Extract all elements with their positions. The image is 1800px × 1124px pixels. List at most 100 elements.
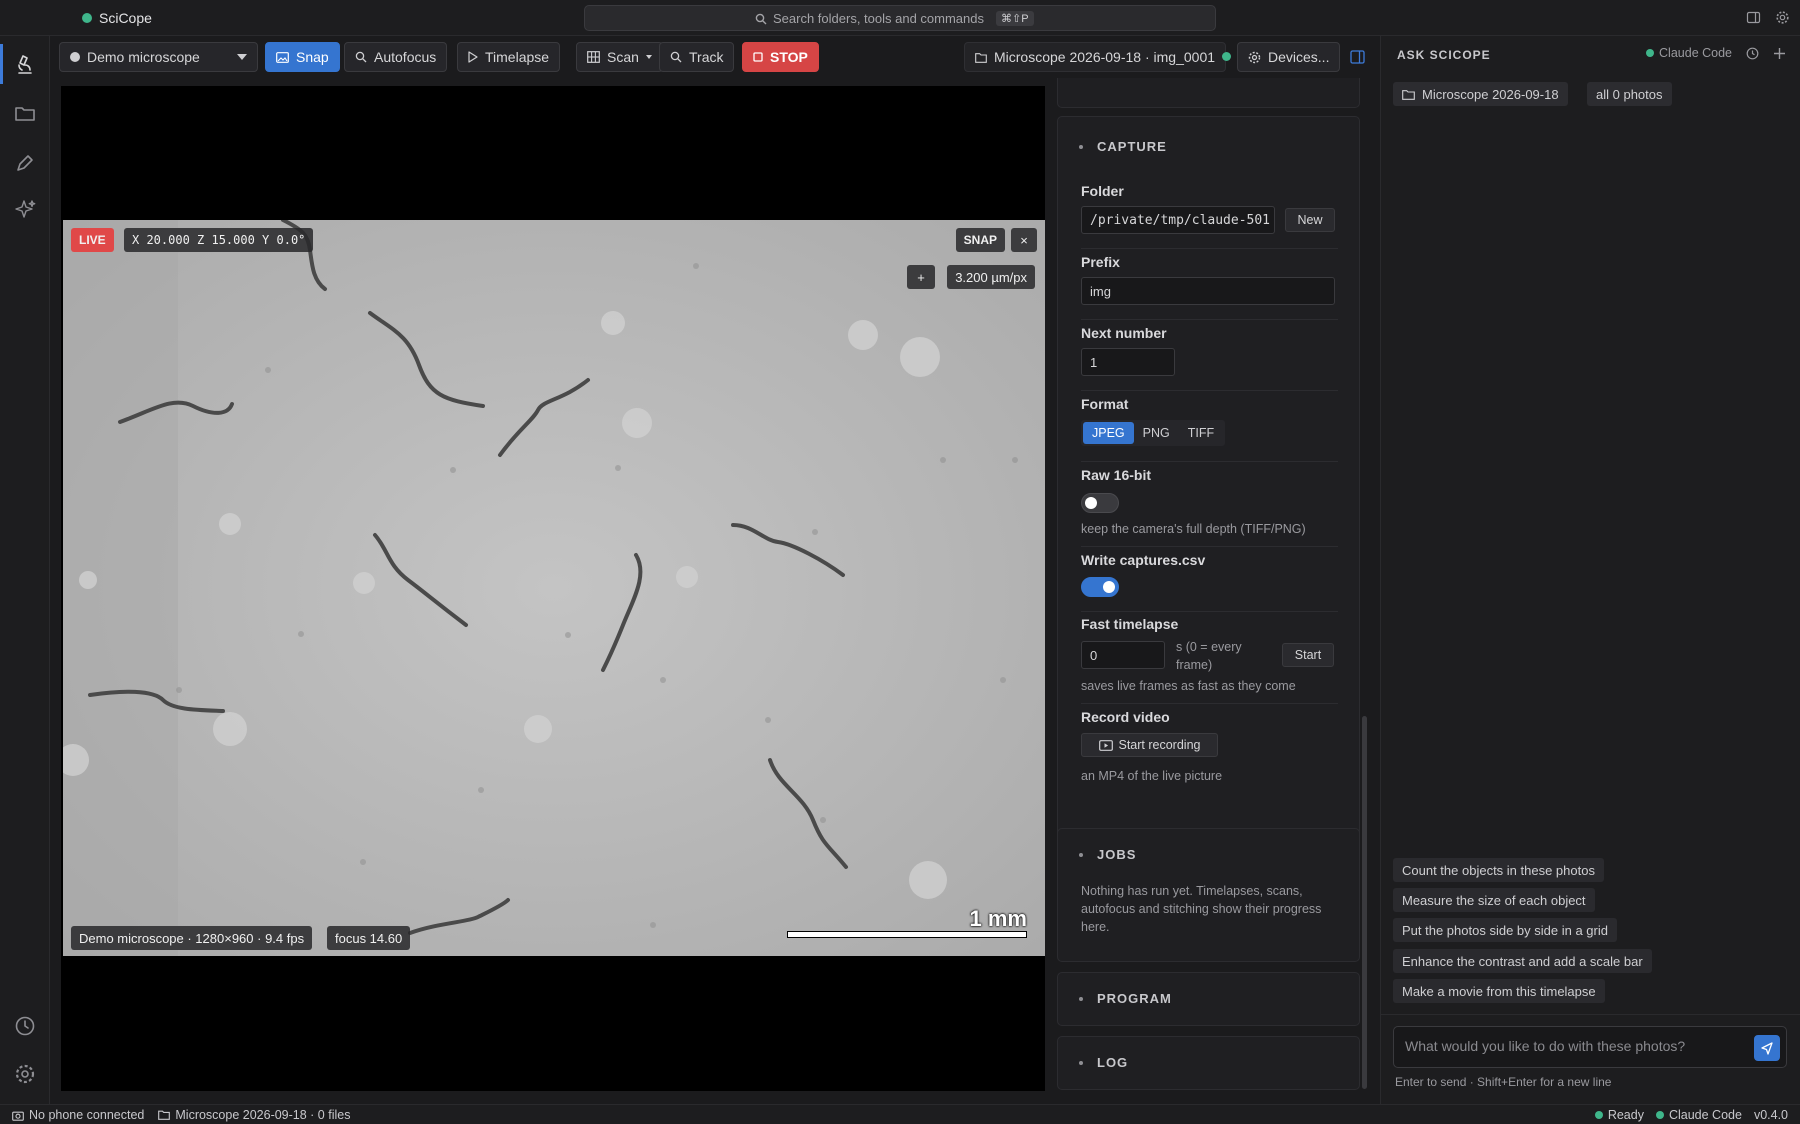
settings-panel: CAPTURE Folder /private/tmp/claude-501 N… <box>1057 78 1360 1094</box>
device-select-value: Demo microscope <box>87 49 200 65</box>
fast-timelapse-label: Fast timelapse <box>1081 616 1179 632</box>
live-frame[interactable]: LIVE X 20.000 Z 15.000 Y 0.0° SNAP × + 3… <box>63 220 1045 956</box>
app-logo-icon <box>82 13 92 23</box>
focus-value: focus 14.60 <box>327 926 411 950</box>
gear-icon[interactable] <box>1775 10 1790 25</box>
jobs-section: JOBS Nothing has run yet. Timelapses, sc… <box>1057 828 1360 962</box>
image-icon <box>276 51 289 63</box>
video-icon <box>1098 739 1113 751</box>
raw-16bit-hint: keep the camera's full depth (TIFF/PNG) <box>1081 522 1306 536</box>
pen-icon[interactable] <box>13 151 37 175</box>
zoom-in-button[interactable]: + <box>907 265 935 289</box>
context-photos-chip[interactable]: all 0 photos <box>1587 82 1672 106</box>
device-status-dot <box>70 52 80 62</box>
caret-icon <box>1079 1060 1083 1065</box>
camera-icon <box>12 1111 24 1121</box>
version-label: v0.4.0 <box>1753 1108 1788 1122</box>
fast-timelapse-start-button[interactable]: Start <box>1282 643 1334 667</box>
track-button[interactable]: Track <box>659 42 735 72</box>
format-jpeg[interactable]: JPEG <box>1083 422 1134 444</box>
stop-button[interactable]: STOP <box>742 42 819 72</box>
raw-16bit-toggle[interactable] <box>1081 493 1119 513</box>
scan-button[interactable]: Scan <box>576 42 663 72</box>
settings-scrollbar[interactable] <box>1362 716 1367 1089</box>
next-number-label: Next number <box>1081 325 1167 341</box>
sidebar-toggle-icon[interactable] <box>1350 50 1365 64</box>
folder-status[interactable]: Microscope 2026-09-18 · 0 files <box>158 1108 350 1122</box>
divider <box>1081 611 1338 612</box>
divider <box>1081 703 1338 704</box>
microscope-icon[interactable] <box>13 52 37 76</box>
device-select[interactable]: Demo microscope <box>59 42 258 72</box>
jobs-section-header[interactable]: JOBS <box>1079 847 1136 862</box>
search-icon <box>355 51 367 63</box>
folder-icon <box>158 1110 171 1120</box>
context-folder-chip[interactable]: Microscope 2026-09-18 <box>1393 82 1568 106</box>
log-section-header[interactable]: LOG <box>1079 1055 1128 1070</box>
suggestion-measure-size[interactable]: Measure the size of each object <box>1393 888 1595 912</box>
format-label: Format <box>1081 396 1129 412</box>
model-dot <box>1655 1111 1664 1119</box>
session-selector[interactable]: Microscope 2026-09-18 · img_0001 <box>964 42 1227 72</box>
raw-16bit-label: Raw 16-bit <box>1081 467 1152 483</box>
model-status: Claude Code <box>1655 1108 1742 1122</box>
status-bar: No phone connected Microscope 2026-09-18… <box>0 1104 1800 1124</box>
scale-bar <box>787 931 1027 938</box>
stop-icon <box>753 52 763 62</box>
suggestion-contrast-scale-bar[interactable]: Enhance the contrast and add a scale bar <box>1393 949 1652 973</box>
plus-icon[interactable] <box>1773 47 1786 60</box>
format-tiff[interactable]: TIFF <box>1179 422 1223 444</box>
caret-icon <box>1079 852 1083 857</box>
stage-coordinates: X 20.000 Z 15.000 Y 0.0° <box>124 228 314 252</box>
jobs-empty-message: Nothing has run yet. Timelapses, scans, … <box>1081 884 1322 934</box>
suggestion-count-objects[interactable]: Count the objects in these photos <box>1393 858 1604 882</box>
send-button[interactable] <box>1754 1035 1780 1061</box>
record-video-label: Record video <box>1081 709 1170 725</box>
camera-info: Demo microscope · 1280×960 · 9.4 fps <box>71 926 313 950</box>
timelapse-button[interactable]: Timelapse <box>457 42 561 72</box>
next-number-field[interactable]: 1 <box>1081 348 1175 376</box>
chevron-down-icon <box>237 54 247 60</box>
folder-icon[interactable] <box>13 101 37 125</box>
toggle-panel-icon[interactable] <box>1746 10 1761 25</box>
phone-status: No phone connected <box>12 1108 144 1122</box>
snap-overlay-button[interactable]: SNAP <box>955 228 1005 252</box>
folder-field[interactable]: /private/tmp/claude-501 <box>1081 206 1275 234</box>
start-recording-button[interactable]: Start recording <box>1081 733 1218 757</box>
fast-timelapse-unit: s (0 = every frame) <box>1176 640 1242 672</box>
close-overlay-button[interactable]: × <box>1011 228 1037 252</box>
settings-icon[interactable] <box>13 1062 37 1086</box>
divider <box>1081 546 1338 547</box>
format-png[interactable]: PNG <box>1134 422 1179 444</box>
prefix-label: Prefix <box>1081 254 1120 270</box>
write-csv-toggle[interactable] <box>1081 577 1119 597</box>
pixel-scale-label: 3.200 µm/px <box>947 265 1035 289</box>
divider <box>1081 461 1338 462</box>
suggestion-grid[interactable]: Put the photos side by side in a grid <box>1393 918 1617 942</box>
command-search[interactable]: Search folders, tools and commands ⌘⇧P <box>584 5 1216 31</box>
suggestion-make-movie[interactable]: Make a movie from this timelapse <box>1393 979 1605 1003</box>
command-search-shortcut: ⌘⇧P <box>996 11 1034 26</box>
autofocus-button[interactable]: Autofocus <box>344 42 448 72</box>
ask-input[interactable] <box>1405 1038 1735 1054</box>
snap-button[interactable]: Snap <box>265 42 340 72</box>
prefix-field[interactable]: img <box>1081 277 1335 305</box>
divider <box>1381 1014 1800 1015</box>
history-icon[interactable] <box>1746 47 1759 60</box>
sparkle-icon[interactable] <box>13 198 37 222</box>
scale-bar-label: 1 mm <box>969 906 1027 931</box>
model-status-dot <box>1646 49 1655 57</box>
command-search-placeholder: Search folders, tools and commands <box>773 11 984 26</box>
app-name: SciCope <box>99 10 152 26</box>
record-video-hint: an MP4 of the live picture <box>1081 769 1223 783</box>
search-icon <box>755 13 767 24</box>
devices-button[interactable]: Devices... <box>1237 42 1341 72</box>
new-folder-button[interactable]: New <box>1285 208 1335 232</box>
history-icon[interactable] <box>13 1014 37 1038</box>
fast-timelapse-field[interactable]: 0 <box>1081 641 1165 669</box>
focus-section-collapsed <box>1057 78 1360 108</box>
program-section-header[interactable]: PROGRAM <box>1079 991 1172 1006</box>
send-icon <box>1761 1042 1773 1055</box>
capture-section-header[interactable]: CAPTURE <box>1079 139 1167 154</box>
divider <box>1081 248 1338 249</box>
